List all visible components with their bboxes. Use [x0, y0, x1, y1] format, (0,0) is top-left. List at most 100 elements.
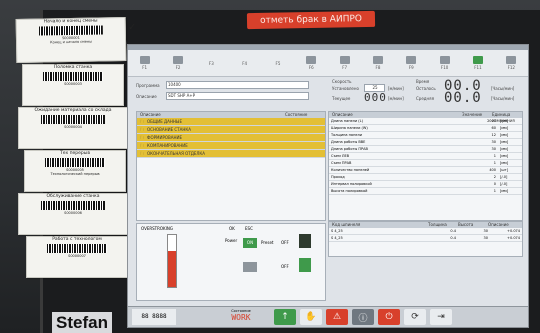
param-value: 1	[493, 189, 496, 193]
toolbar-key-label: F1	[142, 65, 148, 70]
parameter-row[interactable]: Количество панелей 400 [шт]	[329, 167, 522, 174]
operation-row[interactable]: 🗀 ОБЩИЕ ДАННЫЕ	[137, 118, 325, 126]
bottom-command-bar: 88 8888 Состояние WORK ↑ ✋ ⚠ ⓘ ⏻ ⟳ ⇥	[128, 306, 528, 327]
power-button[interactable]: ⏻	[378, 309, 400, 325]
note-tech-break: Тех перерыв S0000005 Технологический пер…	[24, 150, 126, 192]
info-button[interactable]: ⓘ	[352, 309, 374, 325]
toolbar-key-f12[interactable]: F12	[495, 50, 528, 76]
spindle-row[interactable]: S 4_25 0.4 30 +0.074	[329, 228, 522, 235]
gauge-fill	[168, 251, 176, 287]
param-value: 60	[491, 126, 496, 130]
refresh-icon[interactable]: ⟳	[404, 309, 426, 325]
toolbar-key-f4[interactable]: F4	[228, 50, 261, 76]
spindle-row[interactable]: S 4_25 0.4 30 +0.074	[329, 235, 522, 242]
folder-icon: 🗀	[140, 119, 144, 124]
program-info: Программа 10400 Описание SDT SHP A+P Ско…	[136, 78, 521, 109]
toolbar-key-label: F8	[375, 65, 381, 70]
operation-row[interactable]: 🗀 ФОРМИРОВАНИЕ	[137, 134, 325, 142]
folder-icon: 🗀	[140, 151, 144, 156]
order-label: Программа	[136, 83, 160, 88]
parameter-row[interactable]: Высота полировкой 1 [мм]	[329, 188, 522, 195]
hand-icon[interactable]: ✋	[300, 309, 322, 325]
parameter-row[interactable]: Ширина панели (W) 60 [мм]	[329, 125, 522, 132]
status-display: WORK	[231, 313, 251, 322]
toolbar-key-label: F9	[408, 65, 414, 70]
param-value: 30	[491, 147, 496, 151]
operation-row[interactable]: 🗀 КОМПАНИРОВАНИЕ	[137, 142, 325, 150]
speed-current-display: 000	[364, 91, 387, 104]
barcode-icon	[38, 25, 104, 36]
parameters-panel: Описание Значение Единица измерения Длин…	[328, 111, 523, 221]
status-block: Состояние WORK	[216, 309, 266, 325]
secondary-toggle[interactable]	[243, 262, 257, 272]
start-up-button[interactable]: ↑	[274, 309, 296, 325]
gauge-label: OVERSTROKING	[141, 226, 173, 231]
parameter-row[interactable]: Длина панели (L) 2000 [мм]	[329, 118, 522, 125]
note-technologist: Работа с технологом S0000007	[26, 236, 128, 278]
overstroke-gauge	[167, 234, 177, 288]
param-value: 0	[493, 182, 496, 186]
toolbar-key-f8[interactable]: F8	[361, 50, 394, 76]
note-title: Обслуживание станка	[46, 194, 100, 199]
alarm-warning-button[interactable]: ⚠	[326, 309, 348, 325]
time-unit-2: [Часы/мин]	[491, 96, 515, 101]
spindle-thickness: 0.4	[450, 229, 456, 233]
toolbar-key-f7[interactable]: F7	[328, 50, 361, 76]
remain-label: Осталось	[416, 86, 436, 91]
param-value: 2000	[487, 119, 496, 123]
folder-icon: 🗀	[140, 127, 144, 132]
param-unit: [мм]	[500, 161, 509, 165]
parameter-row[interactable]: Съем ПРАВ 1 [мм]	[329, 160, 522, 167]
param-value: 1	[493, 154, 496, 158]
toolbar-key-f6[interactable]: F6	[295, 50, 328, 76]
parameter-row[interactable]: Длина работы ВВЕ 30 [мм]	[329, 139, 522, 146]
description-field[interactable]: SDT SHP A+P	[166, 92, 309, 100]
description-label: Описание	[136, 94, 157, 99]
toolbar-key-f9[interactable]: F9	[395, 50, 428, 76]
hmi-screen: F1 F2 F3 F4 F5 F6 F7 F8 F9 F10 F11 F12 Программа 10…	[127, 44, 529, 328]
barcode-icon	[40, 201, 106, 210]
param-unit: [мм]	[500, 154, 509, 158]
program-field[interactable]: 10400	[166, 81, 309, 89]
parameter-row[interactable]: Длина работы ПРАВ 30 [мм]	[329, 146, 522, 153]
spindle-description: +0.074	[507, 236, 520, 240]
param-unit: [мм]	[500, 126, 509, 130]
operation-row[interactable]: 🗀 ОСНОВАНИЕ СТАНКА	[137, 126, 325, 134]
toolbar-key-f1[interactable]: F1	[128, 50, 161, 76]
time-label: Время	[416, 79, 430, 84]
note-sub: Конец и начало смены	[50, 39, 92, 45]
spindle-description: +0.074	[507, 229, 520, 233]
toolbar-key-f10[interactable]: F10	[428, 50, 461, 76]
barcode-icon	[47, 244, 107, 253]
warning-sticker: отметь брак в АИПРО	[246, 10, 376, 30]
ops-col-state: Состояние	[285, 112, 308, 117]
folder-icon: 🗀	[140, 135, 144, 140]
param-value: 1	[493, 161, 496, 165]
function-icon	[406, 56, 417, 64]
param-unit: [/-0]	[500, 182, 508, 186]
power-on-toggle[interactable]: ON	[243, 238, 257, 248]
parameter-row[interactable]: Проход 2 [/-0]	[329, 174, 522, 181]
param-description: Съем ЛЕВ	[331, 154, 350, 158]
toolbar-key-f11[interactable]: F11	[461, 50, 494, 76]
mid-label: Средняя	[416, 96, 434, 101]
function-icon	[472, 56, 483, 64]
param-value: 30	[491, 140, 496, 144]
toolbar-key-f5[interactable]: F5	[261, 50, 294, 76]
note-title: Тех перерыв	[59, 151, 90, 156]
time-unit: [Часы/мин]	[491, 86, 515, 91]
spindle-height: 30	[483, 236, 488, 240]
note-title: Работа с технологом	[52, 237, 102, 242]
parameter-row[interactable]: Интервал полировкой 0 [/-0]	[329, 181, 522, 188]
param-description: Съем ПРАВ	[331, 161, 352, 165]
operation-row[interactable]: 🗀 ОКОНЧАТЕЛЬНАЯ ОТДЕЛКА	[137, 150, 325, 158]
parameter-row[interactable]: Толщина панели 12 [мм]	[329, 132, 522, 139]
secondary-off-label: OFF	[281, 264, 289, 269]
note-maintenance: Обслуживание станка S0000006	[18, 193, 128, 235]
note-title: Поломка станка	[53, 65, 93, 70]
note-shift: Начало и конец смены S0000001 Конец и на…	[15, 17, 127, 63]
toolbar-key-f3[interactable]: F3	[195, 50, 228, 76]
parameter-row[interactable]: Съем ЛЕВ 1 [мм]	[329, 153, 522, 160]
toolbar-key-f2[interactable]: F2	[161, 50, 194, 76]
exit-icon[interactable]: ⇥	[430, 309, 452, 325]
